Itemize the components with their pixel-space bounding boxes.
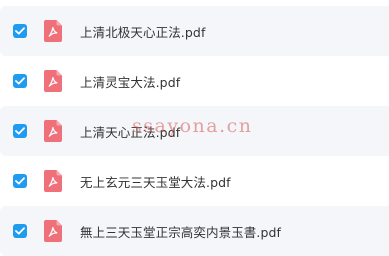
file-name[interactable]: 上清灵宝大法.pdf [80,72,180,91]
pdf-file-icon [44,20,62,42]
file-name[interactable]: 无上玄元三天玉堂大法.pdf [80,172,231,191]
pdf-file-icon [44,220,62,242]
checkbox-checked-icon[interactable] [13,224,27,238]
file-row[interactable]: 无上玄元三天玉堂大法.pdf [0,156,389,206]
checkbox-checked-icon[interactable] [13,174,27,188]
pdf-file-icon [44,170,62,192]
file-name[interactable]: 上清天心正法.pdf [80,122,180,141]
file-row[interactable]: 上清灵宝大法.pdf [0,56,389,106]
checkbox-checked-icon[interactable] [13,24,27,38]
file-name[interactable]: 無上三天玉堂正宗高奕内景玉書.pdf [80,222,281,241]
checkbox-checked-icon[interactable] [13,74,27,88]
file-row[interactable]: 無上三天玉堂正宗高奕内景玉書.pdf [0,206,389,256]
pdf-file-icon [44,70,62,92]
file-list: 上清北极天心正法.pdf 上清灵宝大法.pdf 上清天心正法.pdf 无上玄元三… [0,0,389,256]
file-name[interactable]: 上清北极天心正法.pdf [80,22,205,41]
file-row[interactable]: 上清北极天心正法.pdf [0,6,389,56]
file-row[interactable]: 上清天心正法.pdf [0,106,389,156]
checkbox-checked-icon[interactable] [13,124,27,138]
pdf-file-icon [44,120,62,142]
